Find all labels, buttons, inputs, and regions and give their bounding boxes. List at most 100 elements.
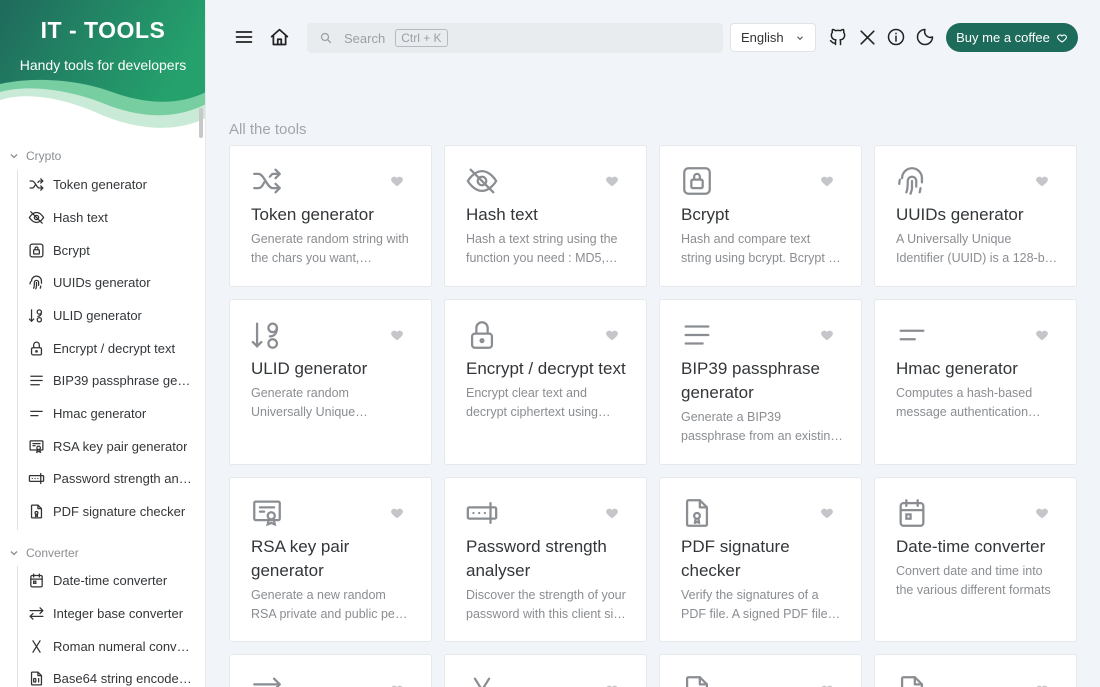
- file-digit-icon: [900, 676, 924, 687]
- sidebar-item-bip39[interactable]: BIP39 passphrase generator: [28, 367, 194, 393]
- favorite-heart-icon[interactable]: [1035, 506, 1049, 520]
- favorite-heart-icon[interactable]: [390, 506, 404, 520]
- sidebar-item-label: Integer base converter: [53, 605, 184, 621]
- sidebar-item-pdf-signature[interactable]: PDF signature checker: [28, 498, 194, 524]
- tool-card-bcrypt[interactable]: Bcrypt Hash and compare text string usin…: [659, 145, 862, 287]
- password-icon: [466, 501, 498, 525]
- sidebar-item-base64[interactable]: Base64 string encoder/decoder: [28, 665, 194, 687]
- favorite-heart-icon[interactable]: [605, 506, 619, 520]
- sidebar-item-hash-text[interactable]: Hash text: [28, 204, 194, 230]
- fingerprint-icon: [898, 167, 924, 195]
- favorite-heart-icon[interactable]: [390, 683, 404, 687]
- sort-numeric-icon: [251, 322, 279, 349]
- card-description: Convert date and time into the various d…: [896, 564, 1051, 597]
- sidebar-item-integer-base[interactable]: Integer base converter: [28, 600, 194, 626]
- tool-card-integer-base[interactable]: [229, 654, 432, 687]
- sidebar: IT - TOOLS Handy tools for developers Cr…: [0, 0, 206, 687]
- favorite-heart-icon[interactable]: [390, 174, 404, 188]
- sidebar-scrollbar[interactable]: [199, 108, 203, 138]
- sidebar-item-bcrypt[interactable]: Bcrypt: [28, 237, 194, 263]
- x-twitter-icon: [859, 29, 875, 45]
- app-subtitle: Handy tools for developers: [19, 57, 187, 73]
- tool-card-pdf-signature[interactable]: PDF signature checker Verify the signatu…: [659, 477, 862, 642]
- language-value: English: [741, 30, 784, 45]
- card-description: Computes a hash-based message authentica…: [896, 386, 1033, 419]
- menu-toggle-button[interactable]: [232, 25, 256, 49]
- file-cert-icon: [685, 499, 709, 527]
- tool-card-hash-text[interactable]: Hash text Hash a text string using the f…: [444, 145, 647, 287]
- sidebar-item-date-time[interactable]: Date-time converter: [28, 567, 194, 593]
- sidebar-item-roman-numeral[interactable]: Roman numeral converter: [28, 633, 194, 659]
- favorite-heart-icon[interactable]: [820, 683, 834, 687]
- github-icon: [829, 28, 846, 46]
- sidebar-item-label: BIP39 passphrase generator: [53, 372, 194, 388]
- file-digit-icon: [685, 676, 709, 687]
- tool-card-bip39[interactable]: BIP39 passphrase generator Generate a BI…: [659, 299, 862, 465]
- sidebar-item-label: Hash text: [53, 209, 108, 225]
- tool-card-rsa[interactable]: RSA key pair generator Generate a new ra…: [229, 477, 432, 642]
- dark-mode-toggle[interactable]: [913, 25, 937, 49]
- sidebar-item-uuids-generator[interactable]: UUIDs generator: [28, 269, 194, 295]
- eye-off-icon: [28, 210, 45, 224]
- section-title: All the tools: [229, 121, 307, 138]
- sidebar-item-password-strength[interactable]: Password strength analyser: [28, 465, 194, 491]
- sidebar-item-label: Encrypt / decrypt text: [53, 340, 176, 356]
- search-icon: [320, 32, 332, 44]
- favorite-heart-icon[interactable]: [605, 174, 619, 188]
- card-title: Bcrypt: [681, 205, 730, 224]
- tool-card-token-generator[interactable]: Token generator Generate random string w…: [229, 145, 432, 287]
- sidebar-item-token-generator[interactable]: Token generator: [28, 171, 194, 197]
- sidebar-item-encrypt-decrypt[interactable]: Encrypt / decrypt text: [28, 335, 194, 361]
- favorite-heart-icon[interactable]: [605, 683, 619, 687]
- favorite-heart-icon[interactable]: [1035, 683, 1049, 687]
- shuffle-icon: [29, 177, 44, 191]
- sidebar-item-rsa[interactable]: RSA key pair generator: [28, 433, 194, 459]
- sidebar-item-label: Hmac generator: [53, 405, 147, 421]
- sidebar-item-label: PDF signature checker: [53, 503, 186, 519]
- group-label: Converter: [26, 546, 79, 560]
- github-button[interactable]: [826, 25, 850, 49]
- tool-card-ulid-generator[interactable]: ULID generator Generate random Universal…: [229, 299, 432, 465]
- app-title[interactable]: IT - TOOLS: [0, 17, 205, 44]
- language-select[interactable]: English: [730, 23, 816, 52]
- sidebar-item-hmac[interactable]: Hmac generator: [28, 400, 194, 426]
- favorite-heart-icon[interactable]: [605, 328, 619, 342]
- favorite-heart-icon[interactable]: [1035, 174, 1049, 188]
- card-description: Generate random Universally Unique Lexic…: [251, 386, 356, 419]
- search-input[interactable]: Search Ctrl + K: [307, 23, 723, 53]
- tool-card-date-time[interactable]: Date-time converter Convert date and tim…: [874, 477, 1077, 642]
- tool-card-base64-string[interactable]: [659, 654, 862, 687]
- x-twitter-button[interactable]: [855, 25, 879, 49]
- sidebar-hero: IT - TOOLS Handy tools for developers: [0, 0, 205, 132]
- tool-card-password-strength[interactable]: Password strength analyser Discover the …: [444, 477, 647, 642]
- group-converter[interactable]: Converter: [8, 546, 79, 560]
- search-placeholder: Search: [344, 30, 386, 46]
- sidebar-item-ulid-generator[interactable]: ULID generator: [28, 302, 194, 328]
- card-description: Hash and compare text string using bcryp…: [681, 232, 838, 265]
- tool-card-uuids-generator[interactable]: UUIDs generator A Universally Unique Ide…: [874, 145, 1077, 287]
- favorite-heart-icon[interactable]: [1035, 328, 1049, 342]
- group-crypto[interactable]: Crypto: [8, 149, 61, 163]
- moon-icon: [916, 28, 934, 46]
- favorite-heart-icon[interactable]: [820, 328, 834, 342]
- favorite-heart-icon[interactable]: [820, 506, 834, 520]
- eye-off-icon: [466, 168, 498, 194]
- letter-x-icon: [32, 639, 41, 653]
- shuffle-icon: [253, 168, 281, 194]
- favorite-heart-icon[interactable]: [390, 328, 404, 342]
- certificate-icon: [253, 500, 281, 527]
- favorite-heart-icon[interactable]: [820, 174, 834, 188]
- card-title: Password strength analyser: [466, 537, 607, 580]
- about-button[interactable]: [884, 25, 908, 49]
- sidebar-item-label: Password strength analyser: [53, 470, 194, 486]
- tool-card-base64-file[interactable]: [874, 654, 1077, 687]
- tool-card-hmac[interactable]: Hmac generator Computes a hash-based mes…: [874, 299, 1077, 465]
- tool-card-encrypt-decrypt[interactable]: Encrypt / decrypt text Encrypt clear tex…: [444, 299, 647, 465]
- tool-card-roman-numeral[interactable]: [444, 654, 647, 687]
- buy-me-a-coffee-button[interactable]: Buy me a coffee: [946, 23, 1078, 52]
- card-title: UUIDs generator: [896, 205, 1024, 224]
- card-title: Hmac generator: [896, 359, 1018, 378]
- home-button[interactable]: [267, 25, 291, 49]
- card-title: Hash text: [466, 205, 538, 224]
- lock-icon: [470, 321, 494, 349]
